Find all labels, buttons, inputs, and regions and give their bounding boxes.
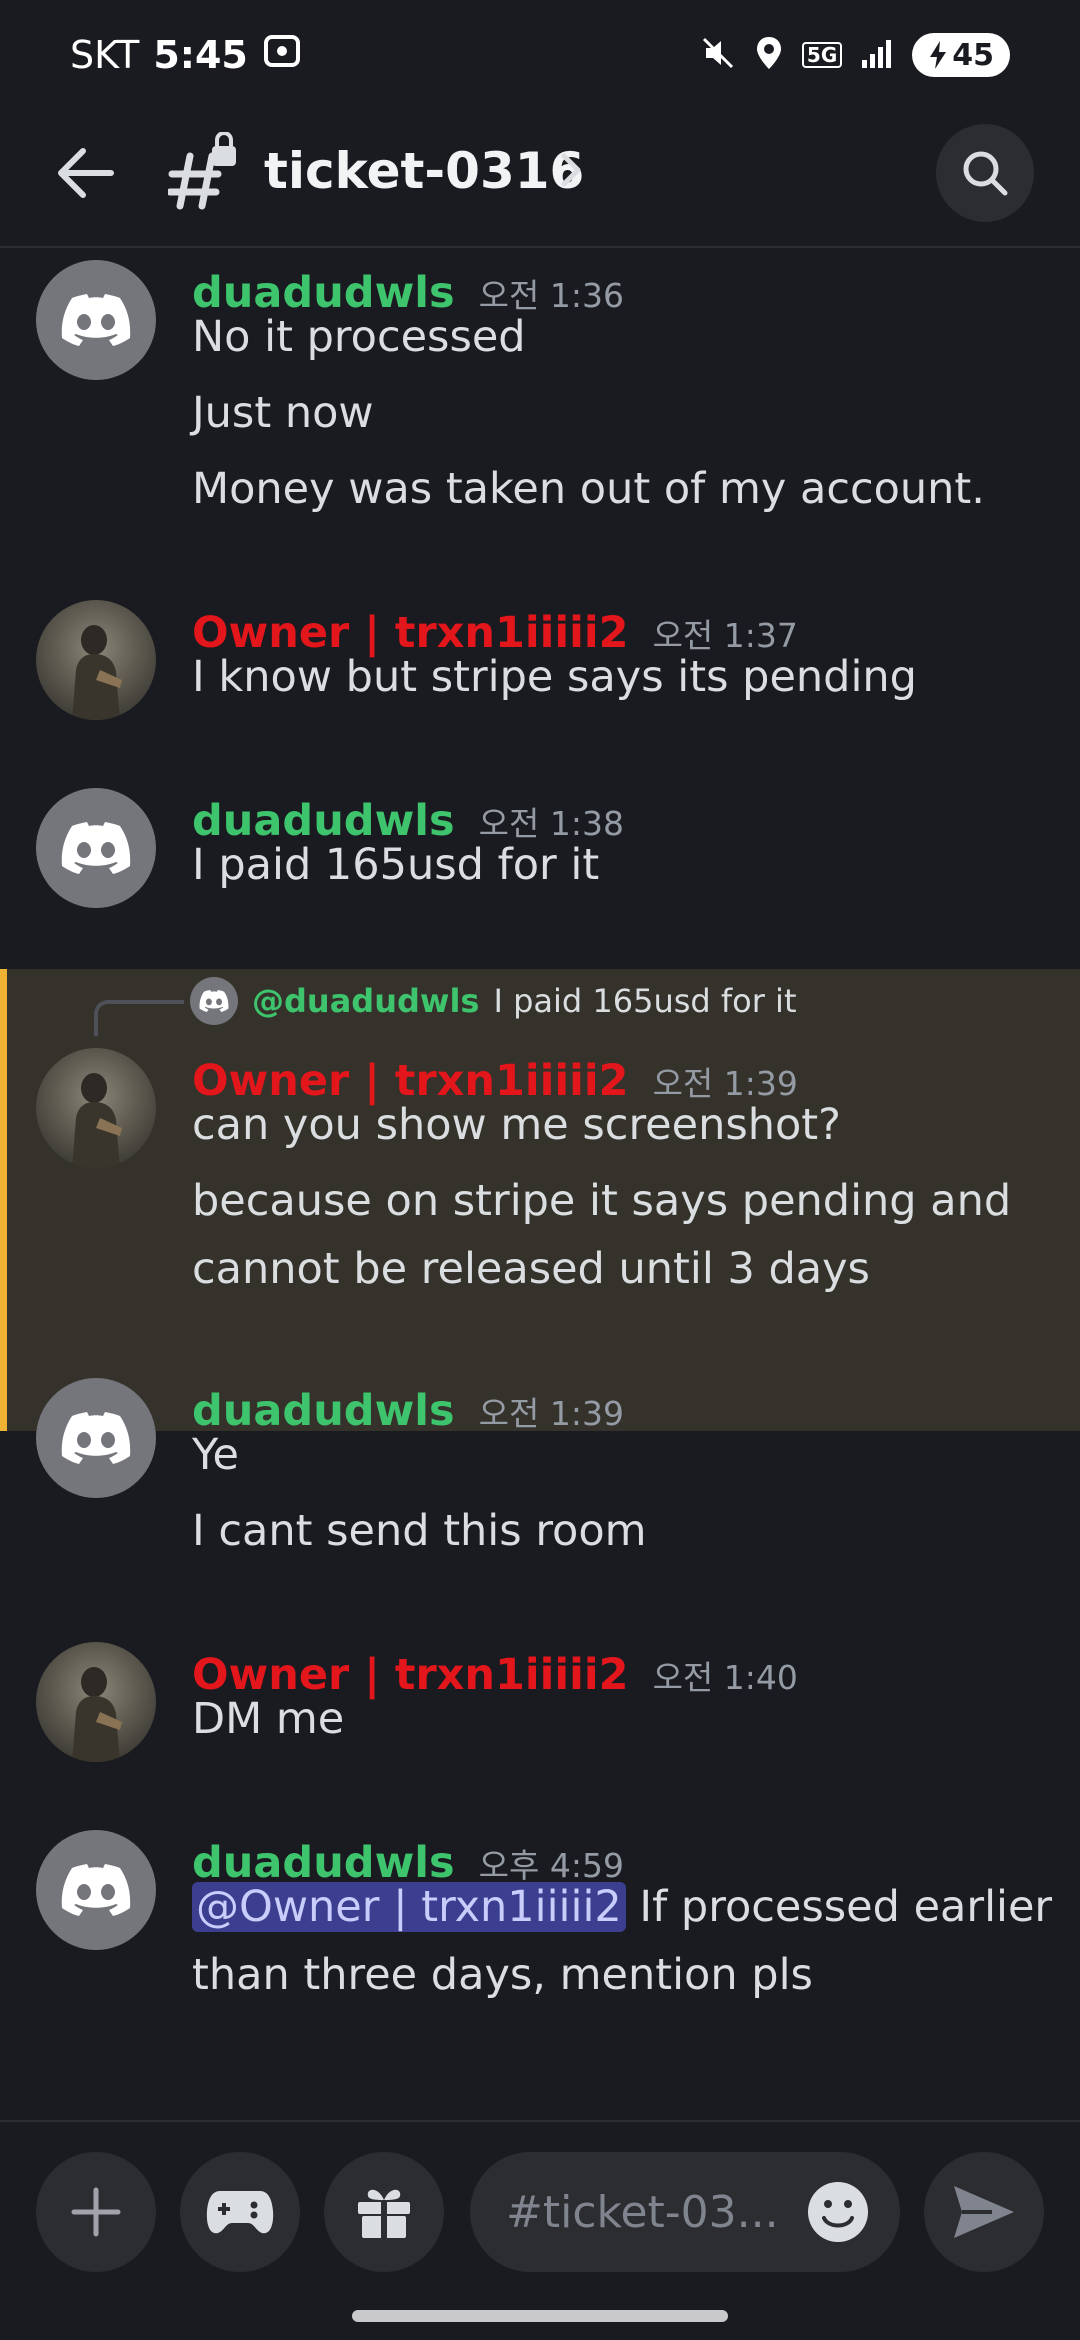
avatar[interactable] — [36, 788, 156, 908]
screenshot-icon — [262, 31, 302, 80]
message-list[interactable]: duadudwls 오전 1:36 No it processed Just n… — [0, 250, 1080, 2120]
add-attachment-button[interactable] — [36, 2152, 156, 2272]
reply-preview-text: I paid 165usd for it — [493, 982, 797, 1020]
discord-logo-icon — [199, 990, 229, 1012]
message-text[interactable]: Just now — [192, 380, 374, 446]
reply-reference[interactable]: @duadudwls I paid 165usd for it — [190, 977, 796, 1025]
reply-mention[interactable]: @duadudwls — [252, 982, 479, 1020]
discord-logo-icon — [61, 294, 131, 346]
discord-logo-icon — [61, 822, 131, 874]
timestamp: 오전 1:39 — [478, 1394, 624, 1433]
location-icon — [754, 35, 784, 75]
message-text[interactable]: can you show me screenshot? — [192, 1092, 841, 1158]
signal-icon — [860, 38, 894, 72]
profile-photo-icon — [72, 625, 122, 720]
avatar[interactable] — [36, 600, 156, 720]
search-button[interactable] — [936, 124, 1034, 222]
send-arrow-icon — [954, 2186, 1014, 2238]
gift-icon — [358, 2189, 410, 2238]
gift-button[interactable] — [324, 2152, 444, 2272]
message-text-fragment: If processed earlier — [625, 1882, 1053, 1932]
reply-avatar — [190, 977, 238, 1025]
reply-connector — [94, 1000, 184, 1036]
avatar[interactable] — [36, 1378, 156, 1498]
back-arrow-icon — [58, 148, 114, 198]
message-text[interactable]: cannot be released until 3 days — [192, 1236, 870, 1302]
message-text[interactable]: than three days, mention pls — [192, 1942, 813, 2008]
channel-title[interactable]: ticket-0316 — [264, 136, 584, 206]
message-text[interactable]: I know but stripe says its pending — [192, 644, 917, 710]
timestamp: 오전 1:40 — [652, 1658, 798, 1697]
message-text[interactable]: I paid 165usd for it — [192, 832, 599, 898]
carrier-label: SKT — [70, 33, 140, 77]
network-type: 5G — [801, 42, 843, 68]
avatar[interactable] — [36, 260, 156, 380]
message-text[interactable]: DM me — [192, 1686, 344, 1752]
avatar[interactable] — [36, 1830, 156, 1950]
profile-photo-icon — [72, 1667, 122, 1762]
message-text[interactable]: I cant send this room — [192, 1498, 647, 1564]
discord-logo-icon — [61, 1864, 131, 1916]
discord-logo-icon — [61, 1412, 131, 1464]
avatar[interactable] — [36, 1048, 156, 1168]
home-indicator[interactable] — [352, 2310, 728, 2322]
back-button[interactable] — [50, 138, 120, 208]
highlight-accent-bar — [0, 969, 7, 1431]
channel-header: ticket-0316 — [0, 110, 1080, 248]
battery-level: 45 — [952, 37, 994, 73]
message-text[interactable]: No it processed — [192, 304, 526, 370]
message-text[interactable]: because on stripe it says pending and — [192, 1168, 1011, 1234]
plus-icon — [71, 2187, 121, 2237]
profile-photo-icon — [72, 1073, 122, 1168]
activities-button[interactable] — [180, 2152, 300, 2272]
composer-bar: #ticket-03... — [0, 2120, 1080, 2340]
avatar[interactable] — [36, 1642, 156, 1762]
message-input-placeholder: #ticket-03... — [506, 2186, 779, 2238]
smiley-icon — [808, 2182, 868, 2242]
private-channel-icon — [166, 131, 240, 212]
search-icon — [963, 151, 1008, 196]
mute-icon — [700, 35, 736, 75]
gamepad-icon — [206, 2191, 274, 2234]
battery-indicator: 45 — [912, 33, 1010, 77]
status-bar: SKT 5:45 5G 45 — [0, 0, 1080, 110]
message-text[interactable]: Ye — [192, 1422, 239, 1488]
message-input[interactable]: #ticket-03... — [470, 2152, 900, 2272]
chevron-right-icon[interactable] — [558, 146, 586, 194]
emoji-button[interactable] — [806, 2180, 870, 2244]
user-mention[interactable]: @Owner | trxn1iiiii2 — [192, 1882, 626, 1932]
charging-icon — [930, 41, 947, 69]
clock: 5:45 — [153, 33, 248, 77]
message-text[interactable]: Money was taken out of my account. — [192, 456, 985, 522]
message-text[interactable]: @Owner | trxn1iiiii2 If processed earlie… — [192, 1874, 1052, 1940]
send-button[interactable] — [924, 2152, 1044, 2272]
